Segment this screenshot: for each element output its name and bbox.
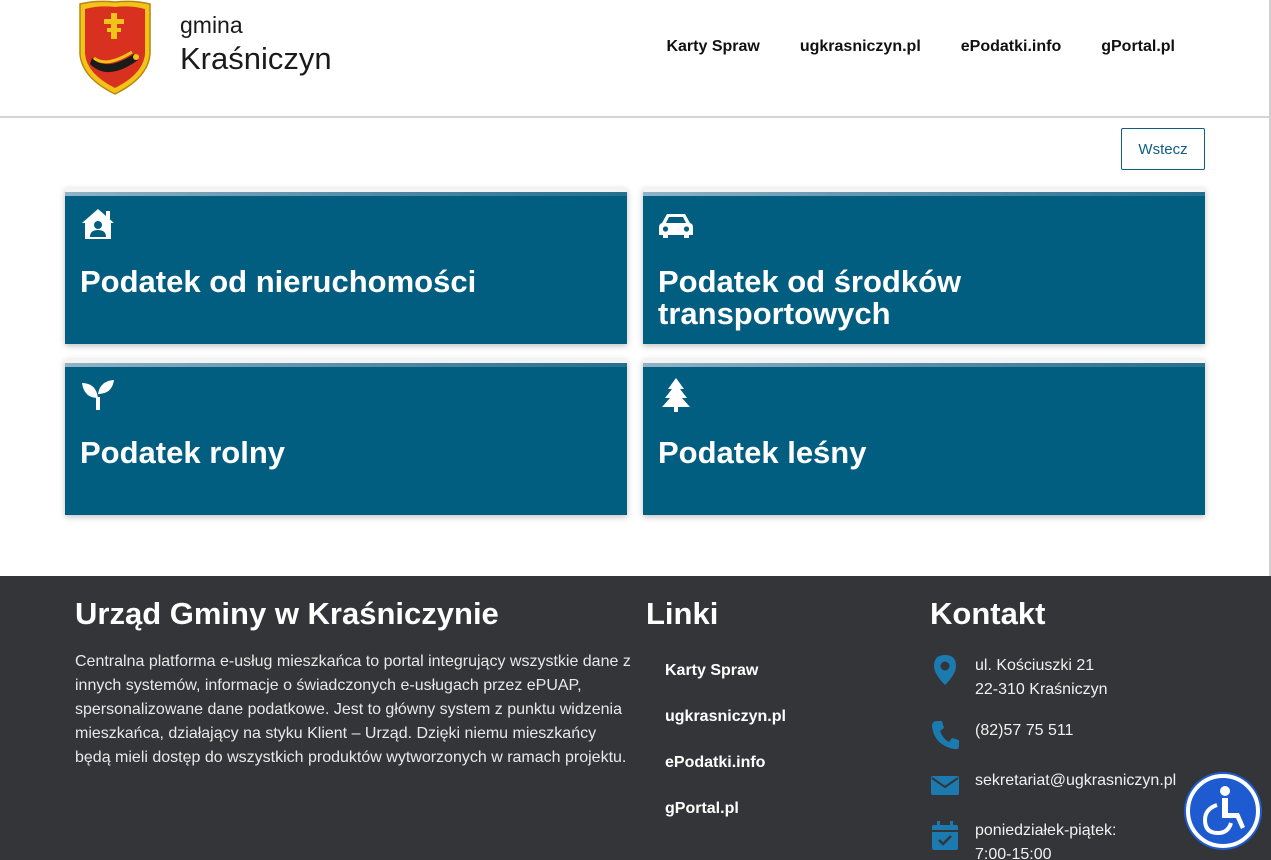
house-user-icon [82, 209, 114, 239]
footer-link-gportal[interactable]: gPortal.pl [665, 800, 786, 846]
footer-about-heading: Urząd Gminy w Kraśniczynie [75, 596, 499, 631]
nav-link-gportal[interactable]: gPortal.pl [1101, 38, 1175, 56]
tile-title-line-2: transportowych [658, 296, 891, 331]
car-icon [659, 214, 693, 238]
nav-link-epodatki[interactable]: ePodatki.info [961, 38, 1061, 56]
calendar-check-icon [932, 821, 958, 850]
footer-link-ugkrasniczyn[interactable]: ugkrasniczyn.pl [665, 708, 786, 754]
address-city: 22-310 Kraśniczyn [975, 681, 1108, 698]
tile-agricultural-tax[interactable]: Podatek rolny [65, 359, 627, 515]
hours-days: poniedziałek-piątek: [975, 822, 1117, 839]
footer-links-heading: Linki [646, 596, 719, 631]
seedling-icon [82, 380, 114, 410]
tile-property-tax[interactable]: Podatek od nieruchomości [65, 188, 627, 344]
tile-title-line-1: Podatek od środków [658, 264, 962, 299]
site-footer: Urząd Gminy w Kraśniczynie Centralna pla… [0, 576, 1271, 860]
email-address[interactable]: sekretariat@ugkrasniczyn.pl [975, 769, 1176, 793]
footer-about-text: Centralna platforma e-usług mieszkańca t… [75, 653, 631, 766]
back-button[interactable]: Wstecz [1121, 128, 1205, 170]
brand-prefix: gmina [180, 12, 243, 38]
map-marker-icon [934, 655, 956, 685]
tile-forest-tax[interactable]: Podatek leśny [643, 359, 1205, 515]
tile-title: Podatek rolny [80, 435, 285, 470]
nav-link-ugkrasniczyn[interactable]: ugkrasniczyn.pl [800, 38, 921, 56]
phone-number[interactable]: (82)57 75 511 [975, 719, 1073, 743]
brand-name: Kraśniczyn [180, 41, 332, 76]
coat-of-arms-logo[interactable] [76, 0, 154, 96]
phone-icon [932, 721, 959, 750]
site-header: gmina Kraśniczyn Karty Spraw ugkrasniczy… [0, 0, 1271, 118]
address-street: ul. Kościuszki 21 [975, 657, 1095, 674]
footer-link-epodatki[interactable]: ePodatki.info [665, 754, 786, 800]
footer-contact-heading: Kontakt [930, 596, 1046, 631]
tile-vehicle-tax[interactable]: Podatek od środków transportowych [643, 188, 1205, 344]
envelope-icon [931, 776, 959, 795]
nav-link-karty-spraw[interactable]: Karty Spraw [666, 38, 759, 56]
tile-title: Podatek leśny [658, 435, 867, 470]
footer-link-karty-spraw[interactable]: Karty Spraw [665, 662, 786, 708]
footer-links: Karty Spraw ugkrasniczyn.pl ePodatki.inf… [665, 662, 786, 846]
tree-icon [662, 378, 690, 412]
tile-title: Podatek od nieruchomości [80, 264, 477, 299]
wheelchair-icon [1202, 786, 1245, 836]
top-nav: Karty Spraw ugkrasniczyn.pl ePodatki.inf… [666, 38, 1175, 56]
tile-title: Podatek od środków transportowych [658, 266, 961, 330]
hours-time: 7:00-15:00 [975, 846, 1052, 860]
accessibility-button[interactable] [1186, 774, 1260, 848]
